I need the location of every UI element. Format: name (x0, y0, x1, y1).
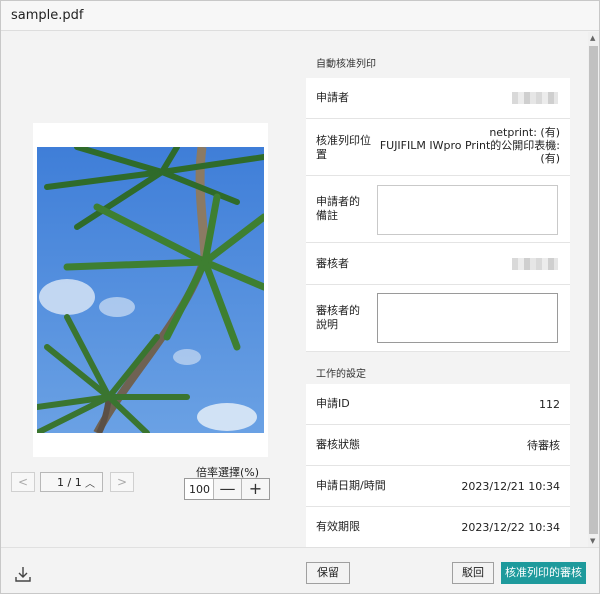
reviewer-label: 審核者 (316, 257, 349, 270)
location-value-3: (有) (540, 152, 560, 165)
request-date-label: 申請日期/時間 (316, 479, 386, 492)
page-select[interactable]: 1 / 1 ︿ (40, 472, 103, 492)
approve-print-button[interactable]: 核准列印的審核 (501, 562, 586, 584)
chevron-up-icon: ︿ (85, 479, 95, 490)
next-page-button[interactable]: > (110, 472, 134, 492)
row-applicant-note: 申請者的備註 (306, 176, 570, 243)
panel-scrollbar[interactable]: ▲ ▼ (588, 32, 599, 547)
location-label: 核准列印位置 (316, 134, 371, 161)
approval-info-panel: 自動核准列印 申請者 核准列印位置 netprint: (有) FUJIFILM… (306, 32, 588, 547)
window-title: sample.pdf (11, 8, 84, 23)
row-request-date: 申請日期/時間 2023/12/21 10:34 (306, 466, 570, 507)
request-id-value: 112 (539, 398, 560, 411)
scroll-up-icon[interactable]: ▲ (590, 34, 595, 42)
scroll-down-icon[interactable]: ▼ (590, 537, 595, 545)
row-reviewer: 審核者 (306, 243, 570, 285)
row-print-location: 核准列印位置 netprint: (有) FUJIFILM IWpro Prin… (306, 119, 570, 176)
hold-button[interactable]: 保留 (306, 562, 350, 584)
preview-image (37, 147, 264, 433)
applicant-note-field (377, 185, 558, 235)
zoom-control: 100 — + (184, 478, 270, 500)
section-title: 自動核准列印 (316, 59, 376, 70)
expiry-label: 有效期限 (316, 520, 360, 533)
row-reviewer-note: 審核者的說明 (306, 285, 570, 352)
reviewer-note-input[interactable] (377, 293, 558, 343)
prev-page-button[interactable]: < (11, 472, 35, 492)
scrollbar-thumb[interactable] (589, 46, 598, 534)
section-auto-approve: 自動核准列印 (306, 42, 570, 78)
row-expiry: 有效期限 2023/12/22 10:34 (306, 507, 570, 547)
expiry-value: 2023/12/22 10:34 (461, 521, 560, 534)
palm-tree-photo (37, 147, 264, 433)
print-approval-window: sample.pdf < 1 / 1 ︿ > 倍率選擇(%) 100 — + 自… (0, 0, 600, 594)
reject-button[interactable]: 駁回 (452, 562, 494, 584)
status-value: 待審核 (527, 439, 560, 452)
section-title: 工作的設定 (316, 369, 366, 380)
applicant-value-redacted (512, 92, 558, 104)
applicant-note-label: 申請者的備註 (316, 195, 360, 222)
page-indicator: 1 / 1 (57, 476, 82, 489)
applicant-label: 申請者 (316, 91, 349, 104)
footer-bar: 保留 駁回 核准列印的審核 (1, 547, 599, 593)
zoom-input[interactable]: 100 (189, 483, 210, 496)
row-status: 審核狀態 待審核 (306, 425, 570, 466)
download-icon[interactable] (14, 565, 32, 583)
reviewer-value-redacted (512, 258, 558, 270)
zoom-out-button[interactable]: — (213, 479, 241, 499)
reviewer-note-label: 審核者的說明 (316, 304, 360, 331)
section-job-settings: 工作的設定 (306, 352, 570, 388)
zoom-in-button[interactable]: + (241, 479, 269, 499)
preview-page (33, 123, 268, 457)
request-id-label: 申請ID (316, 397, 350, 410)
document-preview: < 1 / 1 ︿ > 倍率選擇(%) 100 — + (1, 32, 301, 547)
title-bar: sample.pdf (1, 1, 599, 31)
location-value-2: FUJIFILM IWpro Print的公開印表機: (379, 139, 560, 152)
location-value-1: netprint: (有) (489, 126, 560, 139)
status-label: 審核狀態 (316, 438, 360, 451)
row-request-id: 申請ID 112 (306, 384, 570, 425)
request-date-value: 2023/12/21 10:34 (461, 480, 560, 493)
row-applicant: 申請者 (306, 78, 570, 119)
